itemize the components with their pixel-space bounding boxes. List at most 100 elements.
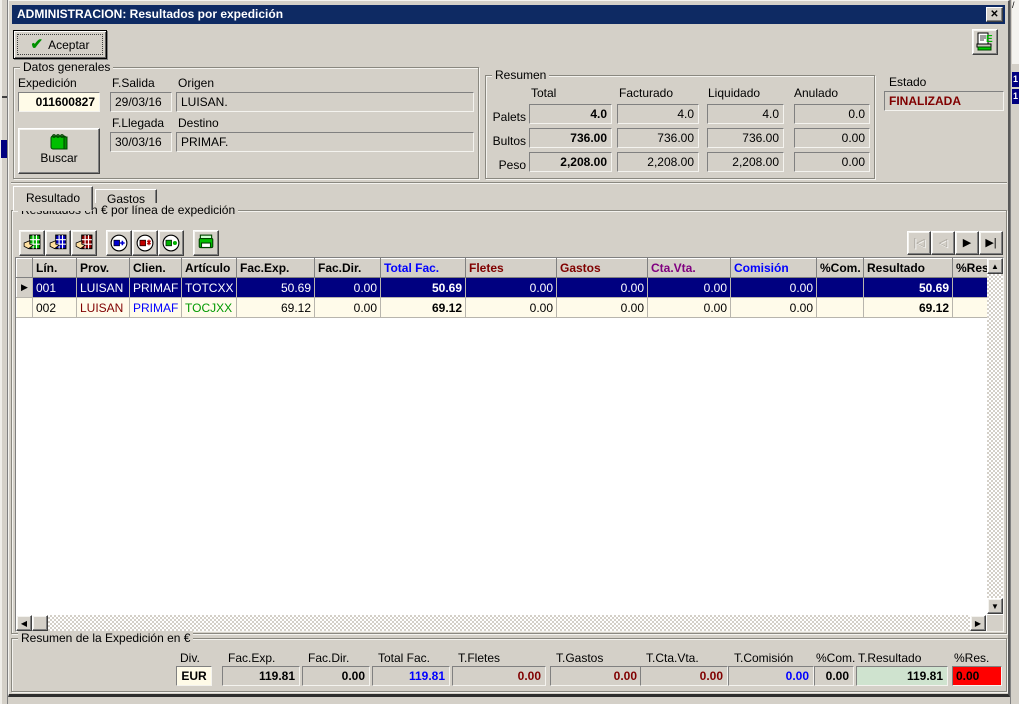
cell-fletes[interactable]: 0.00 [466, 278, 557, 298]
cell-clien[interactable]: PRIMAF [130, 278, 182, 298]
screen: / 1 1 ADMINISTRACION: Resultados por exp… [0, 0, 1019, 704]
scroll-up-icon: ▲ [991, 262, 999, 271]
cell-clien[interactable]: PRIMAF [130, 298, 182, 318]
horizontal-scroll-track[interactable] [48, 615, 970, 631]
cell-pcom[interactable] [817, 298, 864, 318]
totalfac-total-field: 119.81 [372, 666, 450, 686]
palets-liquidado-field: 4.0 [707, 104, 784, 124]
vertical-scrollbar[interactable]: ▲ ▼ [987, 258, 1003, 614]
cell-ctavta[interactable]: 0.00 [648, 298, 731, 318]
buscar-button[interactable]: Buscar [18, 128, 100, 174]
expedicion-summary-groupbox: Resumen de la Expedición en € Div. EUR F… [11, 638, 1007, 692]
cell-prov[interactable]: LUISAN [77, 298, 130, 318]
cell-articulo[interactable]: TOCJXX [182, 298, 237, 318]
cell-prov[interactable]: LUISAN [77, 278, 130, 298]
table-row[interactable]: 002 LUISAN PRIMAF TOCJXX 69.12 0.00 69.1… [17, 298, 988, 318]
nav-first-button[interactable]: |◁ [907, 231, 931, 255]
cell-facdir[interactable]: 0.00 [315, 298, 381, 318]
cell-resultado[interactable]: 50.69 [864, 278, 953, 298]
nav-last-button[interactable]: ▶| [979, 231, 1003, 255]
cell-articulo[interactable]: TOTCXX [182, 278, 237, 298]
facdir-total-field: 0.00 [302, 666, 370, 686]
grid-print-button[interactable] [193, 230, 219, 256]
horizontal-scroll-thumb[interactable] [32, 615, 48, 631]
col-facexp[interactable]: Fac.Exp. [237, 259, 315, 278]
scroll-right-icon: ▶ [975, 619, 981, 628]
nav-prior-button[interactable]: ◁ [931, 231, 955, 255]
cell-comision[interactable]: 0.00 [731, 298, 817, 318]
window-titlebar[interactable]: ADMINISTRACION: Resultados por expedició… [12, 5, 1005, 24]
cell-lin[interactable]: 001 [33, 278, 77, 298]
scroll-down-button[interactable]: ▼ [987, 598, 1003, 614]
bultos-anulado-field: 0.00 [794, 128, 870, 148]
scroll-up-button[interactable]: ▲ [987, 258, 1003, 274]
col-ctavta[interactable]: Cta.Vta. [648, 259, 731, 278]
cell-totalfac[interactable]: 50.69 [381, 278, 466, 298]
palets-label: Palets [490, 110, 526, 124]
aceptar-button[interactable]: ✔ Aceptar [13, 30, 107, 59]
expedicion-field[interactable]: 011600827 [18, 92, 100, 112]
cell-pcom[interactable] [817, 278, 864, 298]
view-green-button[interactable] [158, 230, 184, 256]
scroll-left-button[interactable]: ◀ [16, 615, 32, 631]
table-row[interactable]: ▶ 001 LUISAN PRIMAF TOTCXX 50.69 0.00 50… [17, 278, 988, 298]
scroll-right-button[interactable]: ▶ [970, 615, 986, 631]
cell-ctavta[interactable]: 0.00 [648, 278, 731, 298]
fsalida-field[interactable]: 29/03/16 [110, 92, 172, 112]
fllegada-field[interactable]: 30/03/16 [110, 132, 172, 152]
view-blue-button[interactable] [106, 230, 132, 256]
cell-facdir[interactable]: 0.00 [315, 278, 381, 298]
resumen-col-facturado: Facturado [619, 86, 673, 100]
grid-edit-blue-button[interactable] [45, 230, 71, 256]
col-totalfac[interactable]: Total Fac. [381, 259, 466, 278]
cell-comision[interactable]: 0.00 [731, 278, 817, 298]
tgastos-field: 0.00 [550, 666, 642, 686]
view-red-button[interactable] [132, 230, 158, 256]
resumen-legend: Resumen [492, 68, 549, 82]
main-window: ADMINISTRACION: Resultados por expedició… [8, 0, 1010, 697]
cell-facexp[interactable]: 50.69 [237, 278, 315, 298]
cell-totalfac[interactable]: 69.12 [381, 298, 466, 318]
cell-gastos[interactable]: 0.00 [557, 298, 648, 318]
nav-first-icon: |◁ [913, 237, 924, 249]
close-icon: ✕ [990, 9, 998, 20]
cell-facexp[interactable]: 69.12 [237, 298, 315, 318]
right-fragment-row: 1 [1012, 72, 1019, 87]
bultos-liquidado-field: 736.00 [707, 128, 784, 148]
horizontal-scrollbar[interactable]: ◀ ▶ [16, 615, 986, 631]
left-fragment-line [2, 96, 7, 98]
tctavta-field: 0.00 [640, 666, 728, 686]
col-comision[interactable]: Comisión [731, 259, 817, 278]
col-clien[interactable]: Clien. [130, 259, 182, 278]
cell-gastos[interactable]: 0.00 [557, 278, 648, 298]
col-fletes[interactable]: Fletes [466, 259, 557, 278]
col-facdir[interactable]: Fac.Dir. [315, 259, 381, 278]
cell-pres[interactable] [953, 298, 988, 318]
scroll-down-icon: ▼ [991, 602, 999, 611]
col-pcom[interactable]: %Com. [817, 259, 864, 278]
origen-field[interactable]: LUISAN. [176, 92, 474, 112]
nav-next-button[interactable]: ▶ [955, 231, 979, 255]
destino-field[interactable]: PRIMAF. [176, 132, 474, 152]
col-articulo[interactable]: Artículo [182, 259, 237, 278]
close-button[interactable]: ✕ [986, 7, 1003, 22]
tab-resultado-label: Resultado [26, 191, 80, 205]
aceptar-label: Aceptar [48, 38, 89, 52]
grid-edit-green-button[interactable] [19, 230, 45, 256]
col-gastos[interactable]: Gastos [557, 259, 648, 278]
pres-total-label: %Res. [954, 651, 989, 665]
cell-lin[interactable]: 002 [33, 298, 77, 318]
cell-resultado[interactable]: 69.12 [864, 298, 953, 318]
col-prov[interactable]: Prov. [77, 259, 130, 278]
col-resultado[interactable]: Resultado [864, 259, 953, 278]
print-export-button[interactable]: E [972, 29, 998, 55]
window-title: ADMINISTRACION: Resultados por expedició… [17, 7, 283, 21]
svg-text:E: E [986, 34, 993, 45]
cell-pres[interactable] [953, 278, 988, 298]
vertical-scroll-track[interactable] [987, 274, 1003, 598]
tab-resultado[interactable]: Resultado [13, 186, 93, 211]
cell-fletes[interactable]: 0.00 [466, 298, 557, 318]
grid-edit-red-button[interactable] [71, 230, 97, 256]
col-lin[interactable]: Lín. [33, 259, 77, 278]
col-pres[interactable]: %Res [953, 259, 988, 278]
